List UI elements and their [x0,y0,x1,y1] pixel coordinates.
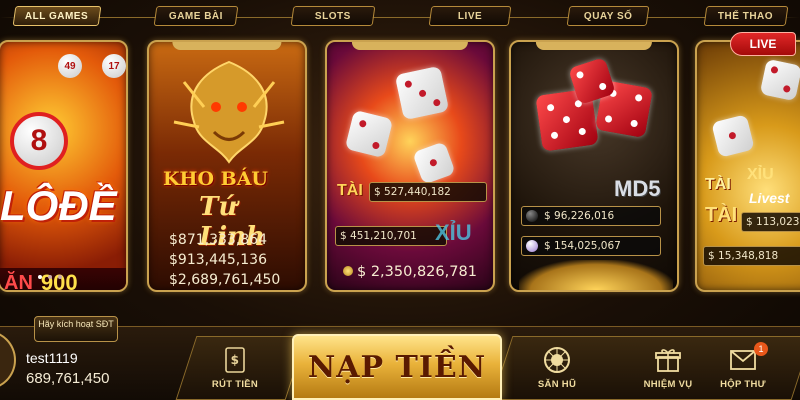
game-card-kho-bau[interactable]: KHO BÁU Tứ Linh $871,333,864 $913,445,13… [147,40,307,292]
jackpot-pill: $ 113,023, [741,212,800,232]
xiu-label: XỈU [435,220,472,245]
tai-label: TÀI [705,176,731,193]
jackpot-amount: $2,689,761,450 [169,272,281,288]
mailbox-label: HỘP THƯ [720,379,766,390]
card-title: KHO BÁU [163,168,269,190]
jackpot-total: $ 2,350,826,781 [343,264,477,280]
jackpot-list: $871,333,864 $913,445,136 $2,689,761,450 [159,232,299,290]
ball-number: 17 [108,60,120,72]
dice-icon [711,114,755,158]
jackpot-amount: $ 154,025,067 [544,240,621,252]
tab-slots[interactable]: SLOTS [290,6,376,26]
activate-phone-button[interactable]: Hãy kích hoạt SĐT [34,316,118,342]
tab-game-bai[interactable]: GAME BÀI [153,6,239,26]
jackpot-amount: $ 527,440,182 [374,186,451,198]
lottery-ball-icon: 8 [10,112,68,170]
jackpot-amount: $ 15,348,818 [708,250,779,262]
deposit-button[interactable]: NẠP TIỀN [292,334,502,400]
jackpot-amount: $ 113,023, [746,216,800,228]
user-balance: 689,761,450 [26,370,110,387]
category-tabs: ALL GAMES GAME BÀI SLOTS LIVE QUAY SỐ TH… [0,4,800,30]
small-ball-icon: 17 [102,54,126,78]
game-card-live-tai-xiu[interactable]: TÀI XỈU Livest TÀI $ 113,023, $ 15,348,8… [695,40,800,292]
mailbox-notification-badge: 1 [754,342,768,356]
black-orb-icon [526,210,538,222]
dice-icon [759,58,800,102]
missions-label: NHIỆM VỤ [643,379,693,390]
jackpot-hunt-label: SĂN HŨ [537,379,577,390]
dice-icon [412,141,456,185]
tab-label: LIVE [457,10,483,22]
livestream-label: Livest [749,190,790,206]
tab-the-thao[interactable]: THỂ THAO [703,6,789,26]
carousel-dots [38,275,62,279]
jackpot-amount: $913,445,136 [169,252,267,268]
mail-icon [730,350,756,370]
tab-label: QUAY SỐ [583,10,633,22]
tab-live[interactable]: LIVE [428,6,512,26]
live-badge: LIVE [730,32,796,56]
jackpot-pill: $ 96,226,016 [521,206,661,226]
tai-label: TÀI [705,204,738,226]
white-orb-icon [526,240,538,252]
card-title: LÔĐỀ [0,182,117,229]
jackpot-pill: $ 154,025,067 [521,236,661,256]
jackpot-pill: $ 527,440,182 [369,182,487,202]
jackpot-hunt-button[interactable]: SĂN HŨ [522,338,592,396]
payout-bar: ĂN 900 [0,268,126,292]
ball-number: 49 [64,60,76,72]
withdraw-label: RÚT TIỀN [211,379,259,390]
svg-text:$: $ [231,353,240,367]
jackpot-amount: $871,333,864 [169,232,267,248]
ball-number: 8 [30,124,48,157]
dice-icon [344,109,394,159]
tai-label: TÀI [337,182,363,199]
jackpot-pill: $ 451,210,701 [335,226,447,246]
payout-prefix: ĂN [4,271,33,292]
jackpot-wheel-icon [544,347,570,373]
card-title: MD5 [614,176,661,201]
username: test1119 [26,350,78,366]
tab-label: ALL GAMES [25,10,89,22]
tab-label: THỂ THAO [718,10,774,22]
coin-icon [343,266,353,276]
jackpot-pill: $ 15,348,818 [703,246,800,266]
withdraw-button[interactable]: $ RÚT TIỀN [200,338,270,396]
missions-button[interactable]: NHIỆM VỤ [630,338,706,396]
jackpot-amount: $ 2,350,826,781 [357,264,477,280]
jackpot-amount: $ 96,226,016 [544,210,615,222]
tab-label: GAME BÀI [169,10,223,22]
payout-value: 900 [40,270,78,292]
tab-quay-so[interactable]: QUAY SỐ [566,6,650,26]
small-ball-icon: 49 [58,54,82,78]
dice-icon [394,65,450,121]
tab-all-games[interactable]: ALL GAMES [12,6,102,26]
tab-label: SLOTS [315,10,351,22]
jackpot-amount: $ 451,210,701 [340,230,417,242]
withdraw-icon: $ [225,347,245,373]
game-card-tai-xiu[interactable]: TÀI $ 527,440,182 $ 451,210,701 XỈU $ 2,… [325,40,495,292]
game-card-lode[interactable]: 8 49 17 LÔĐỀ ĂN 900 [0,40,128,292]
gift-icon [655,349,681,372]
game-card-md5[interactable]: MD5 $ 96,226,016 $ 154,025,067 [509,40,679,292]
xiu-label: XỈU [747,166,774,183]
gold-coins-icon [519,260,673,290]
tab-divider [0,17,800,18]
